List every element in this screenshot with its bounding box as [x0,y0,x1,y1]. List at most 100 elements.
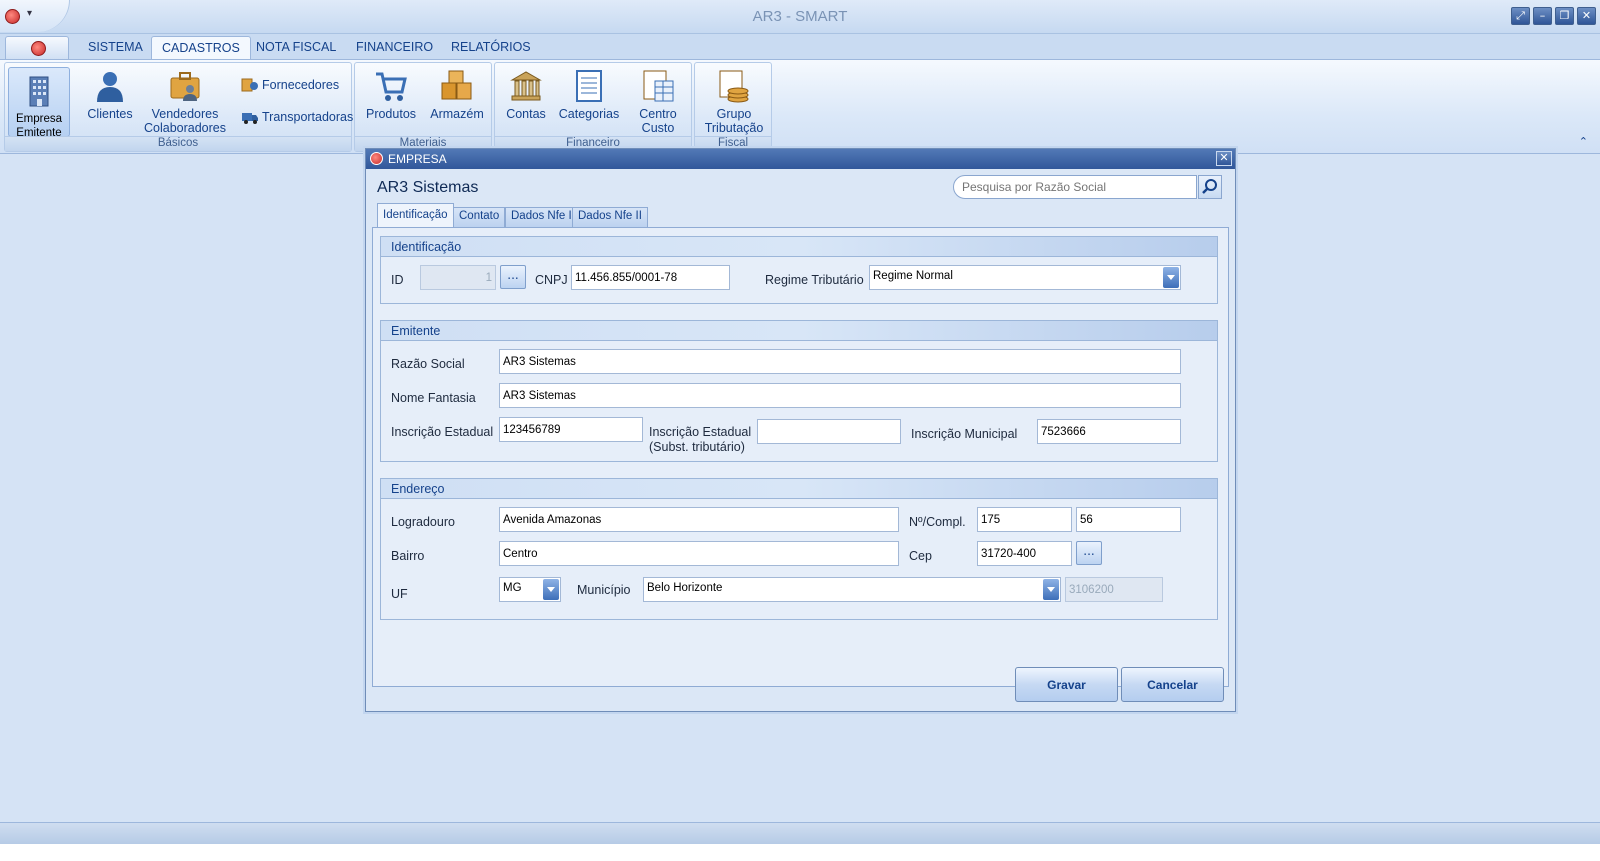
grupo-tributacao-button[interactable]: Grupo Tributação [702,67,766,135]
regime-tributario-value: Regime Normal [873,270,953,282]
search-icon [1202,179,1217,194]
window-title: AR3 - SMART [752,8,848,25]
razao-social-field[interactable] [499,349,1181,374]
contas-label: Contas [506,107,546,121]
fornecedores-label: Fornecedores [262,78,340,92]
tab-dados-nfe-ii[interactable]: Dados Nfe II [572,207,648,227]
group-basicos: Empresa Emitente Clientes Vendedores Col… [4,62,353,152]
spreadsheet-icon [643,70,674,102]
inscricao-estadual-st-field[interactable] [757,419,901,444]
supplier-icon [241,78,258,92]
window-maximize-button[interactable]: ❐ [1555,7,1574,25]
building-icon [29,76,49,107]
tab-identificacao[interactable]: Identificação [377,203,454,228]
chevron-down-icon[interactable] [1043,579,1059,600]
inscricao-municipal-label: Inscrição Municipal [911,427,1018,441]
dialog-title-bar: EMPRESA ✕ [366,149,1235,169]
inscricao-estadual-st-label-line2: (Subst. tributário) [649,440,745,454]
window-close-button[interactable]: ✕ [1577,7,1596,25]
tab-nota-fiscal[interactable]: NOTA FISCAL [256,40,336,54]
contas-button[interactable]: Contas [501,67,551,121]
inscricao-estadual-label: Inscrição Estadual [391,425,494,439]
produtos-label: Produtos [365,107,417,121]
complemento-field[interactable] [1076,507,1181,532]
municipio-select[interactable]: Belo Horizonte [643,577,1061,602]
nome-fantasia-label: Nome Fantasia [391,391,476,405]
search-razao-social-input[interactable] [953,175,1197,199]
section-emitente: Emitente Razão Social Nome Fantasia Insc… [380,320,1218,462]
grupo-label-1: Grupo [716,107,752,121]
clientes-button[interactable]: Clientes [81,67,139,121]
centro-label-1: Centro [639,107,677,121]
search-button[interactable] [1198,175,1222,199]
regime-tributario-select[interactable]: Regime Normal [869,265,1181,290]
vendedores-colaboradores-button[interactable]: Vendedores Colaboradores [143,67,227,135]
dialog-app-icon [370,152,383,165]
cep-field[interactable] [977,541,1072,566]
tab-dados-nfe-i[interactable]: Dados Nfe I [505,207,578,227]
section-endereco: Endereço Logradouro Nº/Compl. Bairro Cep… [380,478,1218,620]
ribbon-tab-bar: SISTEMA CADASTROS NOTA FISCAL FINANCEIRO… [0,34,1600,60]
nome-fantasia-field[interactable] [499,383,1181,408]
inscricao-municipal-field[interactable] [1037,419,1181,444]
bairro-label: Bairro [391,549,425,563]
cancelar-button[interactable]: Cancelar [1121,667,1224,702]
transportadoras-label: Transportadoras [262,110,354,124]
produtos-button[interactable]: Produtos [363,67,419,121]
fornecedores-button[interactable]: Fornecedores [241,77,339,93]
tab-contato[interactable]: Contato [453,207,506,227]
municipio-value: Belo Horizonte [647,582,723,594]
ribbon-collapse-icon[interactable]: ⌃ [1579,135,1588,148]
boxes-icon [441,70,472,100]
centro-custo-button[interactable]: Centro Custo [633,67,683,135]
tab-relatorios[interactable]: RELATÓRIOS [451,40,531,54]
empresa-dialog: EMPRESA ✕ AR3 Sistemas Identificação Con… [365,148,1236,712]
bottom-band [0,844,1600,861]
id-lookup-button[interactable]: ... [500,265,526,289]
cep-lookup-button[interactable]: ... [1076,541,1102,565]
tax-coins-icon [719,70,749,103]
section-emitente-header: Emitente [381,321,1217,341]
empresa-emitente-button[interactable]: Empresa Emitente [8,67,70,139]
section-identificacao: Identificação ID ... CNPJ Regime Tributá… [380,236,1218,304]
gravar-button[interactable]: Gravar [1015,667,1118,702]
truck-icon [242,113,258,124]
uf-value: MG [503,582,522,594]
window-controls: ⤢ – ❐ ✕ [1511,7,1596,25]
dialog-title: EMPRESA [388,152,447,166]
uf-label: UF [391,587,408,601]
inscricao-estadual-field[interactable] [499,417,643,442]
numero-compl-label: Nº/Compl. [909,515,966,529]
tab-cadastros[interactable]: CADASTROS [151,36,251,60]
group-fiscal: Grupo Tributação Fiscal [694,62,772,152]
uf-select[interactable]: MG [499,577,561,602]
window-restore-icon[interactable]: ⤢ [1511,7,1530,25]
clientes-label: Clientes [87,107,133,121]
group-materiais: Produtos Armazém Materiais [354,62,492,152]
bank-icon [510,71,542,101]
company-heading: AR3 Sistemas [377,179,479,196]
ledger-icon [576,70,602,102]
chevron-down-icon[interactable] [543,579,559,600]
tab-financeiro[interactable]: FINANCEIRO [356,40,433,54]
categorias-button[interactable]: Categorias [557,67,621,121]
application-menu-button[interactable] [5,36,69,60]
briefcase-people-icon [170,72,200,101]
bairro-field[interactable] [499,541,899,566]
cnpj-field[interactable] [571,265,730,290]
ibge-code-field [1065,577,1163,602]
status-bar [0,822,1600,844]
logradouro-field[interactable] [499,507,899,532]
centro-label-2: Custo [641,121,675,135]
tab-sistema[interactable]: SISTEMA [88,40,143,54]
transportadoras-button[interactable]: Transportadoras [241,109,353,125]
tab-page-identificacao: Identificação ID ... CNPJ Regime Tributá… [372,227,1229,687]
inscricao-estadual-st-label: Inscrição Estadual (Subst. tributário) [649,425,751,455]
numero-field[interactable] [977,507,1072,532]
grupo-label-2: Tributação [704,121,764,135]
logradouro-label: Logradouro [391,515,455,529]
window-minimize-button[interactable]: – [1533,7,1552,25]
dialog-close-button[interactable]: ✕ [1216,151,1232,166]
armazem-button[interactable]: Armazém [427,67,487,121]
chevron-down-icon[interactable] [1163,267,1179,288]
